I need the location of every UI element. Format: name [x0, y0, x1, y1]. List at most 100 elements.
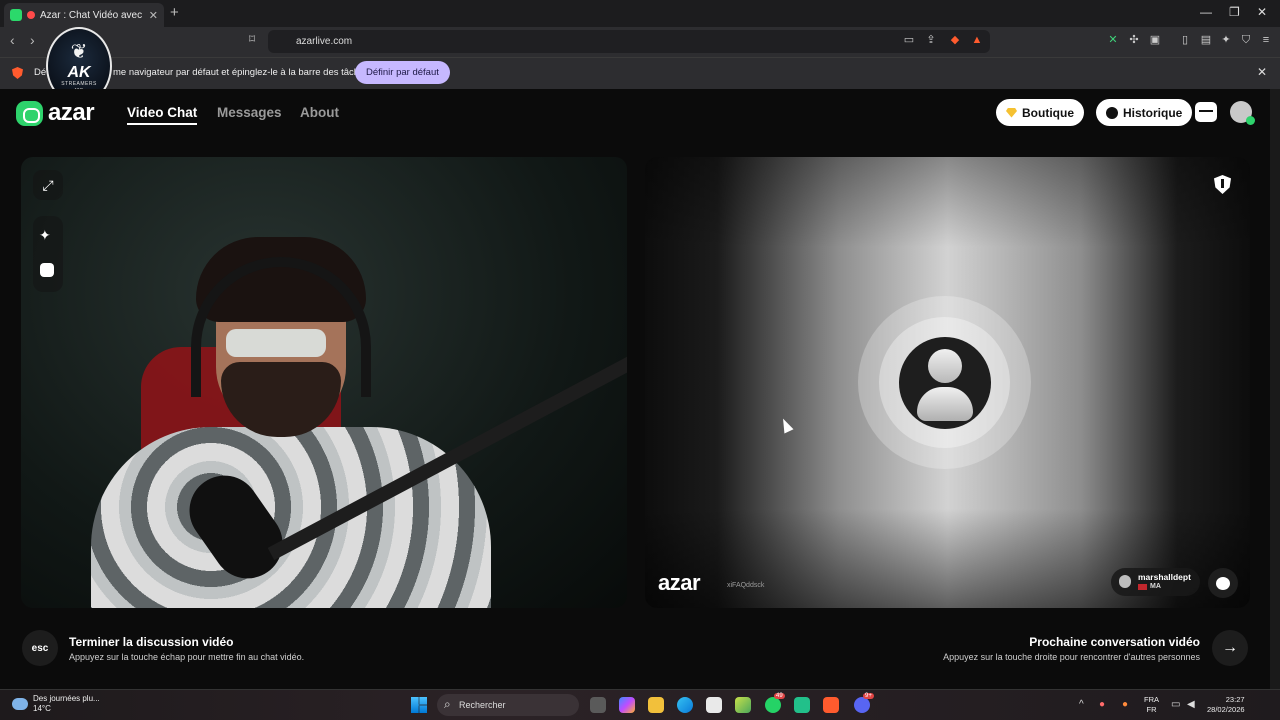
- close-tab-icon[interactable]: ✕: [149, 9, 158, 22]
- boutique-label: Boutique: [1022, 105, 1074, 120]
- app-icon[interactable]: [735, 697, 751, 713]
- bookmark-icon[interactable]: ⌑: [249, 32, 255, 46]
- end-chat-subtitle: Appuyez sur la touche échap pour mettre …: [69, 652, 305, 662]
- user-avatar-icon: [1119, 575, 1131, 588]
- store-icon[interactable]: [706, 697, 722, 713]
- default-browser-infobar: Dé me navigateur par défaut et épinglez-…: [0, 57, 1280, 89]
- back-icon[interactable]: ‹: [10, 32, 15, 48]
- clock-time: 23:27: [1225, 695, 1245, 704]
- cast-icon[interactable]: ▭: [902, 33, 916, 47]
- tray-chevron-icon[interactable]: ^: [1079, 699, 1084, 710]
- sidebar-icon[interactable]: ▯: [1178, 33, 1192, 47]
- close-window-icon[interactable]: ✕: [1257, 5, 1267, 19]
- discord-badge: 9+: [863, 693, 874, 699]
- leo-ai-icon[interactable]: ✦: [1219, 33, 1233, 47]
- weather-icon[interactable]: [12, 698, 28, 710]
- azar-logo-icon: [16, 100, 43, 126]
- discord-icon[interactable]: [854, 697, 870, 713]
- azar-logo-text: azar: [48, 99, 95, 126]
- app-green-icon[interactable]: [794, 697, 810, 713]
- self-video: [21, 157, 627, 608]
- avatar-head: [928, 349, 962, 383]
- tab-title: Azar : Chat Vidéo avec de no: [40, 9, 144, 21]
- session-id: xiFAQddsck: [727, 582, 765, 589]
- placeholder-avatar: [899, 337, 991, 429]
- historique-button[interactable]: Historique: [1096, 99, 1193, 126]
- remote-username: marshalldept: [1138, 572, 1191, 582]
- avatar-body: [917, 387, 973, 421]
- arrow-right-icon: →: [1222, 639, 1238, 656]
- language-bottom: FR: [1146, 705, 1157, 714]
- azar-logo[interactable]: azar: [16, 99, 95, 127]
- task-view-icon[interactable]: [590, 697, 606, 713]
- remote-country: MA: [1150, 583, 1161, 590]
- end-chat-title: Terminer la discussion vidéo: [69, 635, 234, 649]
- new-tab-button[interactable]: +: [170, 4, 179, 21]
- infobar-text-start: Dé: [34, 67, 47, 78]
- taskbar-search-placeholder: Rechercher: [459, 700, 506, 710]
- next-chat-button[interactable]: →: [1212, 630, 1248, 666]
- brave-icon[interactable]: [823, 697, 839, 713]
- sunglasses: [226, 329, 326, 357]
- azar-watermark: azar: [658, 570, 701, 595]
- language-indicator[interactable]: FRA FR: [1144, 695, 1159, 715]
- taskbar-search[interactable]: Rechercher: [437, 694, 579, 716]
- infobar-close-icon[interactable]: ✕: [1257, 65, 1267, 79]
- eagle-icon: ❦: [70, 41, 88, 63]
- browser-tab-strip: Azar : Chat Vidéo avec de no ✕ + — ❐ ✕: [0, 0, 1280, 27]
- weather-widget[interactable]: Des journées plu... 14°C: [33, 694, 100, 714]
- next-chat-title: Prochaine conversation vidéo: [1029, 635, 1200, 649]
- boutique-button[interactable]: Boutique: [996, 99, 1084, 126]
- file-explorer-icon[interactable]: [648, 697, 664, 713]
- volume-icon[interactable]: ◀: [1187, 699, 1195, 710]
- end-chat-button[interactable]: esc: [22, 630, 58, 666]
- recording-indicator-icon: [27, 11, 35, 19]
- browser-tab[interactable]: Azar : Chat Vidéo avec de no ✕: [4, 3, 164, 27]
- report-exclamation: [1221, 179, 1224, 188]
- gem-icon: [1006, 107, 1017, 118]
- next-chat-subtitle: Appuyez sur la touche droite pour rencon…: [943, 652, 1200, 662]
- historique-label: Historique: [1123, 105, 1183, 120]
- remote-video: azar xiFAQddsck marshalldept MA: [645, 157, 1250, 608]
- wallet-icon[interactable]: ▤: [1199, 33, 1213, 47]
- maximize-icon[interactable]: ❐: [1229, 5, 1240, 19]
- extensions-puzzle-icon[interactable]: ✣: [1127, 33, 1141, 47]
- profile-avatar[interactable]: [1230, 101, 1255, 125]
- nav-about[interactable]: About: [300, 105, 339, 120]
- copilot-icon[interactable]: [619, 697, 635, 713]
- edge-icon[interactable]: [677, 697, 693, 713]
- remote-user-pill[interactable]: marshalldept MA: [1111, 568, 1200, 596]
- brave-rewards-icon[interactable]: ▲: [970, 33, 984, 47]
- forward-icon[interactable]: ›: [30, 32, 35, 48]
- share-icon[interactable]: ⇪: [924, 33, 938, 47]
- address-bar[interactable]: azarlive.com: [268, 30, 990, 53]
- tray-app-icon[interactable]: ●: [1099, 699, 1105, 710]
- browser-toolbar: ‹ › ⌑ azarlive.com ▭ ⇪ ◆ ▲ ✕ ✣ ▣ ▯ ▤ ✦ ⛉…: [0, 27, 1280, 57]
- azar-favicon-icon: [10, 9, 22, 21]
- windows-start-icon[interactable]: [411, 697, 427, 713]
- inbox-icon[interactable]: [1195, 102, 1217, 122]
- menu-icon[interactable]: ≡: [1259, 33, 1273, 47]
- clock[interactable]: 23:27 28/02/2026: [1207, 695, 1245, 715]
- whatsapp-icon[interactable]: [765, 697, 781, 713]
- chat-bubble-icon: [1216, 576, 1230, 590]
- weather-description: Des journées plu...: [33, 694, 100, 703]
- page-scrollbar[interactable]: [1270, 89, 1280, 689]
- brave-shield-icon[interactable]: ◆: [948, 33, 962, 47]
- chat-button[interactable]: [1208, 568, 1238, 598]
- nav-video-chat[interactable]: Video Chat: [127, 105, 198, 125]
- url-text: azarlive.com: [296, 36, 353, 47]
- network-icon[interactable]: ▭: [1171, 699, 1180, 710]
- weather-temperature: 14°C: [33, 704, 51, 713]
- windows-taskbar: Des journées plu... 14°C Rechercher 49 9…: [0, 689, 1280, 720]
- microphone-icon[interactable]: ●: [1122, 699, 1128, 710]
- expand-icon[interactable]: ⤢: [33, 170, 63, 200]
- magic-wand-icon[interactable]: ✦: [39, 227, 51, 244]
- set-default-button[interactable]: Définir par défaut: [355, 61, 450, 84]
- extension-icon[interactable]: ✕: [1106, 33, 1120, 47]
- face-filter-icon[interactable]: [40, 263, 54, 277]
- minimize-icon[interactable]: —: [1200, 5, 1212, 19]
- nav-messages[interactable]: Messages: [217, 105, 282, 120]
- vpn-icon[interactable]: ⛉: [1239, 33, 1253, 47]
- downloads-icon[interactable]: ▣: [1148, 33, 1162, 47]
